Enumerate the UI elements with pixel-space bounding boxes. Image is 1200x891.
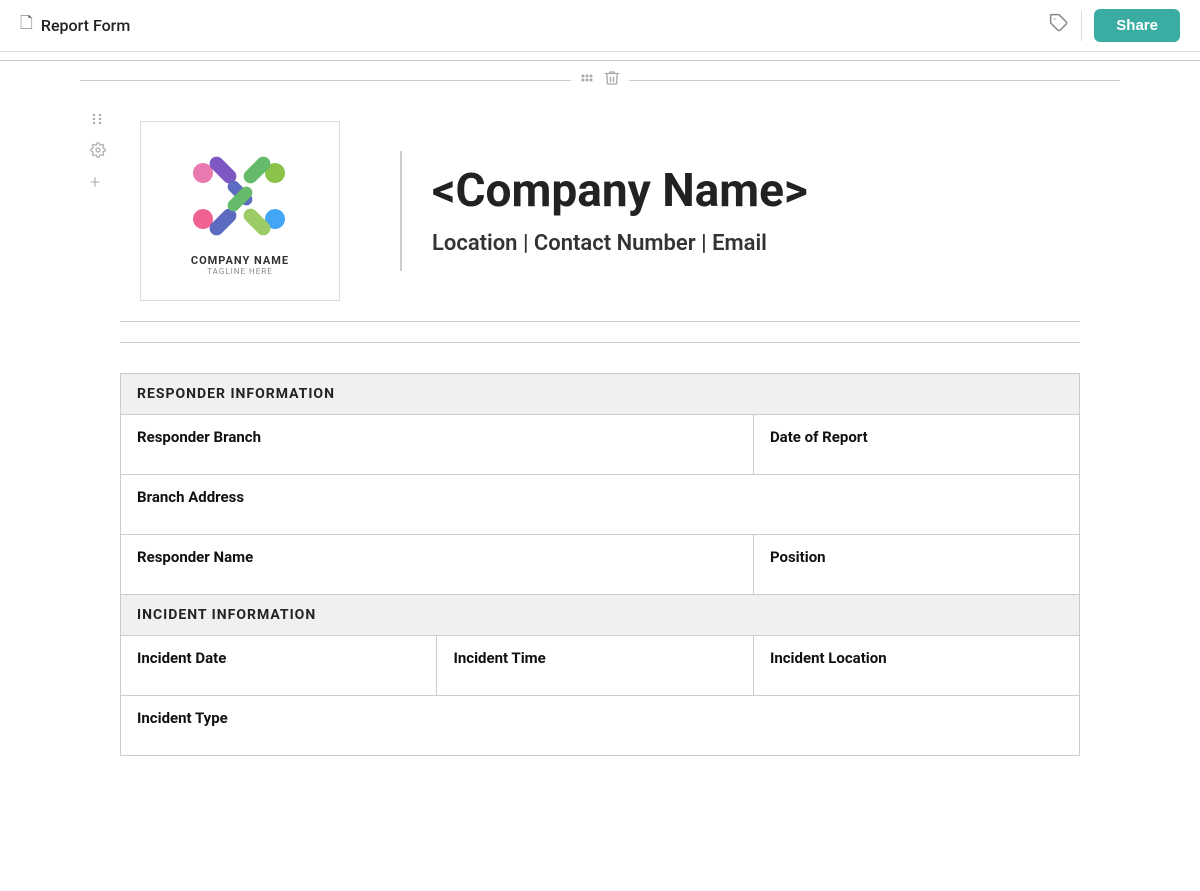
incident-section-row: INCIDENT INFORMATION [121, 595, 1080, 636]
responder-branch-row: Responder Branch Date of Report [121, 415, 1080, 475]
date-of-report-cell: Date of Report [753, 415, 1079, 475]
company-main-name: <Company Name> [432, 166, 808, 217]
date-of-report-label: Date of Report [770, 428, 868, 446]
responder-branch-label: Responder Branch [137, 428, 261, 446]
settings-icon[interactable] [90, 142, 106, 162]
left-controls: + [90, 111, 106, 192]
incident-type-cell: Incident Type [121, 696, 1080, 756]
topbar-left: 🗋 Report Form [20, 12, 130, 39]
logo-box: COMPANY NAME TAGLINE HERE [140, 121, 340, 301]
incident-section-header: INCIDENT INFORMATION [121, 595, 1080, 636]
branch-address-cell: Branch Address [121, 475, 1080, 535]
incident-date-cell: Incident Date [121, 636, 437, 696]
responder-branch-cell: Responder Branch [121, 415, 754, 475]
topbar-divider [1081, 11, 1082, 41]
position-label: Position [770, 548, 826, 566]
responder-section-row: RESPONDER INFORMATION [121, 374, 1080, 415]
incident-details-row: Incident Date Incident Time Incident Loc… [121, 636, 1080, 696]
branch-address-row: Branch Address [121, 475, 1080, 535]
top-dash-line-left [80, 80, 571, 81]
position-cell: Position [753, 535, 1079, 595]
section-separator [120, 342, 1080, 343]
share-button[interactable]: Share [1094, 9, 1180, 42]
topbar: 🗋 Report Form Share [0, 0, 1200, 52]
delete-icon[interactable] [603, 69, 621, 91]
incident-date-label: Incident Date [137, 649, 226, 667]
logo-company-name: COMPANY NAME [191, 254, 289, 267]
responder-name-label: Responder Name [137, 548, 253, 566]
logo-image [180, 146, 300, 246]
tag-icon[interactable] [1049, 13, 1069, 38]
drag-handle-icon[interactable] [90, 111, 106, 130]
document-block: COMPANY NAME TAGLINE HERE <Company Name>… [120, 91, 1080, 786]
responder-section-header: RESPONDER INFORMATION [121, 374, 1080, 415]
top-drag-row [0, 60, 1200, 91]
report-table: RESPONDER INFORMATION Responder Branch D… [120, 373, 1080, 756]
incident-type-label: Incident Type [137, 709, 228, 727]
header-section: COMPANY NAME TAGLINE HERE <Company Name>… [120, 111, 1080, 322]
incident-time-label: Incident Time [453, 649, 545, 667]
incident-type-row: Incident Type [121, 696, 1080, 756]
logo-tagline: TAGLINE HERE [207, 267, 273, 276]
page-title: Report Form [41, 16, 130, 35]
add-icon[interactable]: + [90, 174, 106, 192]
header-divider [400, 151, 402, 271]
responder-name-cell: Responder Name [121, 535, 754, 595]
incident-location-cell: Incident Location [753, 636, 1079, 696]
document-wrapper: + [0, 91, 1200, 786]
content-area: + [0, 52, 1200, 826]
branch-address-label: Branch Address [137, 488, 244, 506]
responder-name-row: Responder Name Position [121, 535, 1080, 595]
incident-time-cell: Incident Time [437, 636, 753, 696]
table-wrapper: RESPONDER INFORMATION Responder Branch D… [120, 373, 1080, 756]
grid-dots-icon[interactable] [579, 72, 595, 88]
topbar-right: Share [1049, 9, 1180, 42]
document-icon: 🗋 [20, 12, 33, 39]
incident-location-label: Incident Location [770, 649, 887, 667]
company-contact: Location | Contact Number | Email [432, 231, 767, 256]
company-info: <Company Name> Location | Contact Number… [432, 166, 1060, 256]
top-dash-line-right [629, 80, 1120, 81]
